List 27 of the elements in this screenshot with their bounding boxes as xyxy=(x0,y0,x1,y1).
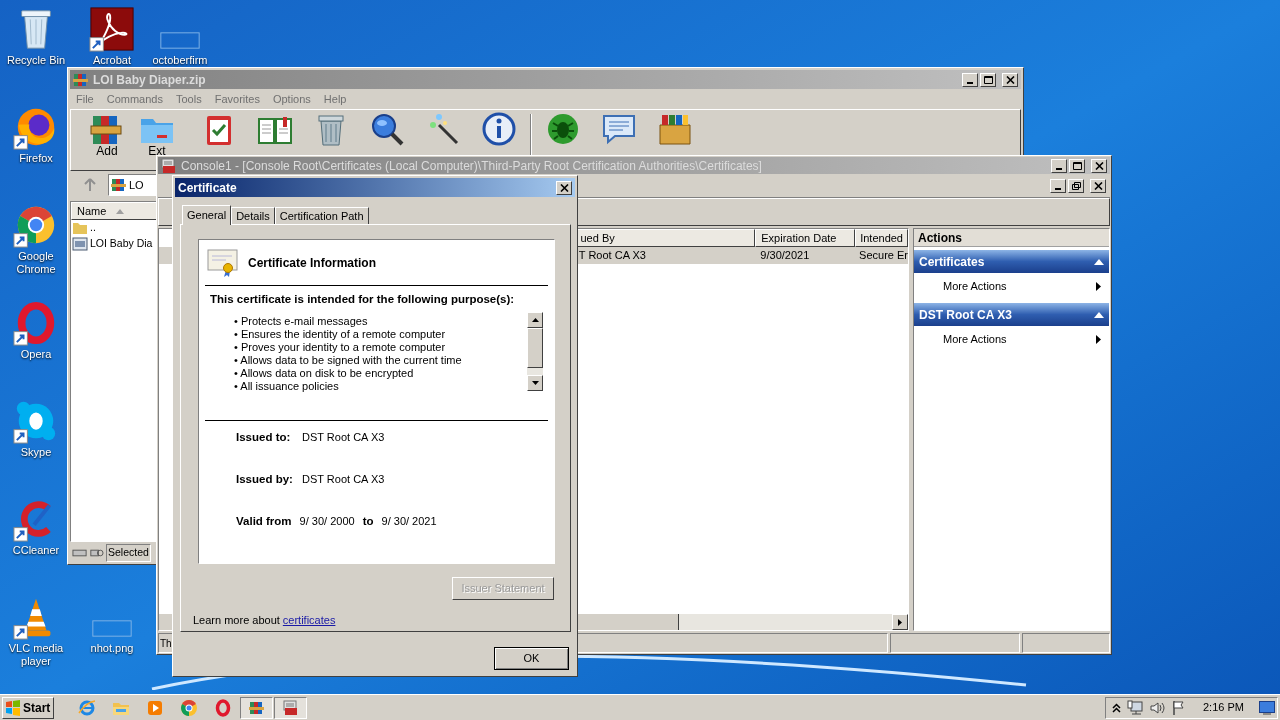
table-cell-text: 9/30/2021 xyxy=(759,248,811,264)
field-value: 9/ 30/ 2021 xyxy=(381,514,437,529)
window-title: Console1 - [Console Root\Certificates (Local Computer)\Third-Party Root Certification Authorities\Certificates] xyxy=(181,157,762,175)
field-value: DST Root CA X3 xyxy=(302,430,385,445)
section-title: DST Root CA X3 xyxy=(919,306,1012,324)
help-text: Learn more about xyxy=(193,613,280,628)
pane-title: Actions xyxy=(914,229,1109,247)
field-label: Valid from xyxy=(236,513,292,529)
purpose-item: • Protects e-mail messages xyxy=(234,315,369,329)
section-title: Certificates xyxy=(919,253,985,271)
field-label: to xyxy=(362,513,374,529)
purpose-item: • Allows data on disk to be encrypted xyxy=(234,367,415,381)
table-cell-text: T Root CA X3 xyxy=(577,248,647,264)
field-label: Issued by: xyxy=(236,471,294,487)
section-heading: Certificate Information xyxy=(248,254,376,272)
purpose-item: • All issuance policies xyxy=(234,380,340,394)
field-value: 9/ 30/ 2000 xyxy=(299,514,355,529)
field-label: Issued to: xyxy=(236,429,292,445)
purpose-item: • Allows data to be signed with the current time xyxy=(234,354,463,368)
purpose-item: • Proves your identity to a remote computer xyxy=(234,341,447,355)
purpose-heading: This certificate is intended for the following purpose(s): xyxy=(209,292,516,307)
status-text: Selected xyxy=(106,544,151,562)
window-title: LOI Baby Diaper.zip xyxy=(93,71,206,89)
field-value: DST Root CA X3 xyxy=(302,472,385,487)
table-cell-text: Secure Er xyxy=(858,248,908,264)
purpose-item: • Ensures the identity of a remote computer xyxy=(234,328,447,342)
window-title: Certificate xyxy=(178,179,237,197)
